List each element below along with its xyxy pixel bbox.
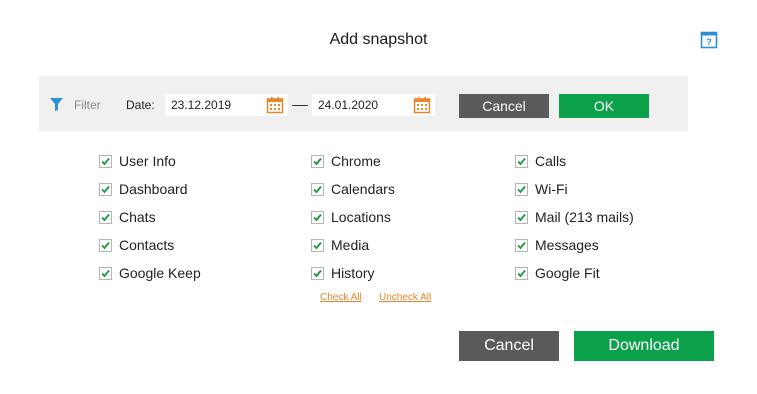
wifi-checkbox[interactable] (515, 182, 528, 196)
checkbox-label: Mail (213 mails) (535, 209, 634, 225)
checkmark-icon (313, 213, 322, 221)
calls-checkbox[interactable] (515, 154, 528, 168)
checkbox-row-google-keep: Google Keep (99, 264, 201, 282)
filter-cancel-button[interactable]: Cancel (459, 94, 549, 118)
checkbox-row-history: History (311, 264, 375, 282)
google-fit-checkbox[interactable] (515, 266, 528, 280)
svg-text:?: ? (706, 37, 712, 47)
checkbox-label: Contacts (119, 237, 175, 253)
checkmark-icon (313, 241, 322, 249)
date-range-separator (292, 105, 308, 106)
checkmark-icon (313, 185, 322, 193)
filter-ok-button[interactable]: OK (559, 94, 649, 118)
checkbox-row-calls: Calls (515, 152, 566, 170)
checkbox-label: Wi-Fi (535, 181, 568, 197)
download-button[interactable]: Download (574, 331, 714, 361)
date-label: Date: (126, 98, 155, 112)
checkmark-icon (517, 185, 526, 193)
filter-bar: Filter Date: Cancel OK (39, 76, 688, 131)
chats-checkbox[interactable] (99, 210, 112, 224)
google-keep-checkbox[interactable] (99, 266, 112, 280)
checkbox-label: Locations (331, 209, 391, 225)
checkbox-label: User Info (119, 153, 176, 169)
calendars-checkbox[interactable] (311, 182, 324, 196)
checkbox-row-chats: Chats (99, 208, 156, 226)
checkbox-label: Google Keep (119, 265, 201, 281)
date-to-input[interactable] (312, 94, 414, 116)
uncheck-all-link[interactable]: Uncheck All (379, 292, 431, 303)
checkbox-row-google-fit: Google Fit (515, 264, 600, 282)
checkmark-icon (101, 185, 110, 193)
checkmark-icon (101, 157, 110, 165)
dialog-title: Add snapshot (329, 31, 428, 48)
checkmark-icon (517, 213, 526, 221)
checkbox-row-media: Media (311, 236, 369, 254)
checkmark-icon (101, 269, 110, 277)
checkbox-label: Chats (119, 209, 156, 225)
dashboard-checkbox[interactable] (99, 182, 112, 196)
calendar-icon[interactable] (266, 96, 284, 114)
messages-checkbox[interactable] (515, 238, 528, 252)
cancel-button[interactable]: Cancel (459, 331, 559, 361)
contacts-checkbox[interactable] (99, 238, 112, 252)
locations-checkbox[interactable] (311, 210, 324, 224)
checkbox-label: Dashboard (119, 181, 188, 197)
checkbox-label: Calls (535, 153, 567, 169)
checkmark-icon (101, 241, 110, 249)
mail-checkbox[interactable] (515, 210, 528, 224)
checkbox-label: History (331, 265, 375, 281)
checkbox-label: Media (331, 237, 370, 253)
checkbox-label: Chrome (331, 153, 381, 169)
funnel-icon (50, 98, 63, 111)
filter-label: Filter (74, 98, 101, 112)
history-checkbox[interactable] (311, 266, 324, 280)
help-book-icon[interactable]: ? (700, 31, 718, 49)
checkmark-icon (517, 241, 526, 249)
calendar-icon[interactable] (413, 96, 431, 114)
checkbox-row-chrome: Chrome (311, 152, 381, 170)
checkbox-row-user-info: User Info (99, 152, 176, 170)
checkbox-row-locations: Locations (311, 208, 391, 226)
checkbox-row-mail: Mail (213 mails) (515, 208, 634, 226)
checkmark-icon (313, 269, 322, 277)
checkbox-label: Calendars (331, 181, 395, 197)
checkbox-row-dashboard: Dashboard (99, 180, 188, 198)
date-to-field (312, 94, 435, 116)
checkmark-icon (517, 157, 526, 165)
checkmark-icon (101, 213, 110, 221)
check-all-link[interactable]: Check All (320, 292, 362, 303)
checkbox-row-contacts: Contacts (99, 236, 174, 254)
checkmark-icon (313, 157, 322, 165)
checkbox-row-wifi: Wi-Fi (515, 180, 568, 198)
checkbox-label: Messages (535, 237, 599, 253)
media-checkbox[interactable] (311, 238, 324, 252)
user-info-checkbox[interactable] (99, 154, 112, 168)
date-from-input[interactable] (165, 94, 267, 116)
checkmark-icon (517, 269, 526, 277)
checkbox-label: Google Fit (535, 265, 600, 281)
checkbox-row-calendars: Calendars (311, 180, 395, 198)
checkbox-row-messages: Messages (515, 236, 599, 254)
date-from-field (165, 94, 288, 116)
chrome-checkbox[interactable] (311, 154, 324, 168)
